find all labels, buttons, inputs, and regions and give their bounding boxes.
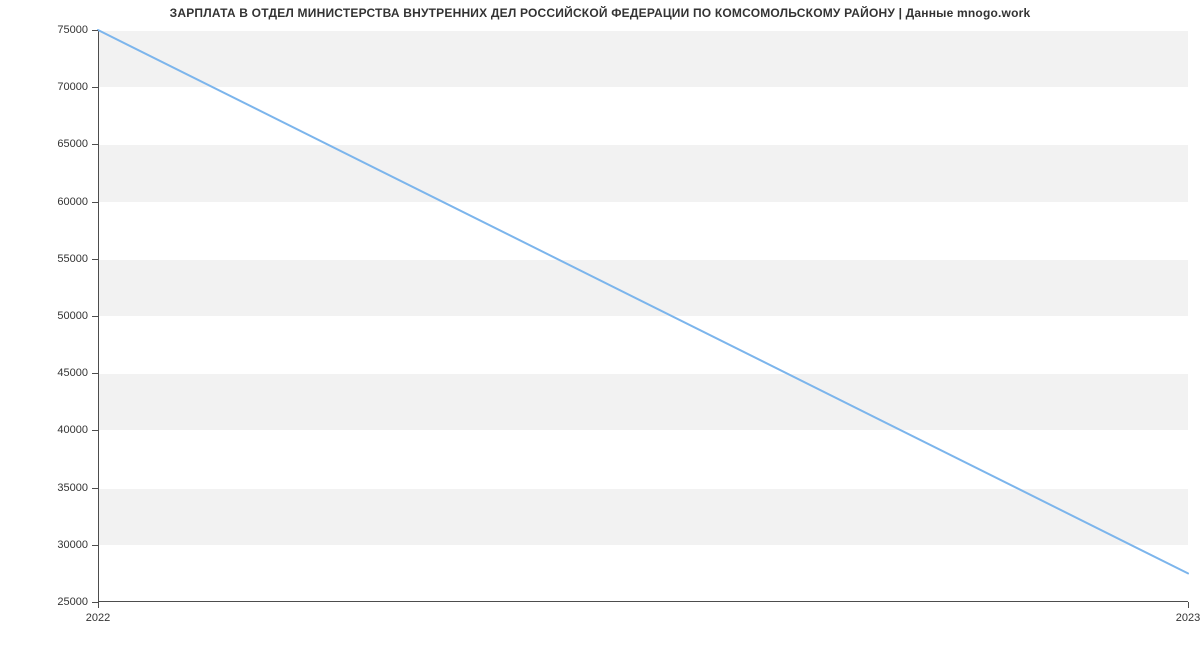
x-tick [1188,602,1189,608]
y-tick-label: 60000 [38,196,88,208]
chart-container: ЗАРПЛАТА В ОТДЕЛ МИНИСТЕРСТВА ВНУТРЕННИХ… [0,0,1200,650]
y-tick [92,202,98,203]
y-tick-label: 25000 [38,596,88,608]
chart-title: ЗАРПЛАТА В ОТДЕЛ МИНИСТЕРСТВА ВНУТРЕННИХ… [0,6,1200,20]
y-tick-label: 35000 [38,482,88,494]
y-tick [92,30,98,31]
y-tick [92,87,98,88]
y-tick [92,144,98,145]
y-tick-label: 65000 [38,138,88,150]
y-tick [92,430,98,431]
y-tick-label: 30000 [38,539,88,551]
y-tick-label: 75000 [38,24,88,36]
y-tick [92,545,98,546]
y-tick-label: 55000 [38,253,88,265]
x-tick-label: 2022 [86,612,110,624]
y-tick-label: 70000 [38,81,88,93]
x-tick [98,602,99,608]
line-layer [98,30,1188,602]
data-line [98,30,1188,573]
plot-area: 2500030000350004000045000500005500060000… [98,30,1188,602]
y-tick [92,373,98,374]
x-tick-label: 2023 [1176,612,1200,624]
y-tick-label: 45000 [38,367,88,379]
y-tick-label: 40000 [38,424,88,436]
y-tick [92,316,98,317]
y-tick-label: 50000 [38,310,88,322]
y-tick [92,488,98,489]
y-tick [92,259,98,260]
